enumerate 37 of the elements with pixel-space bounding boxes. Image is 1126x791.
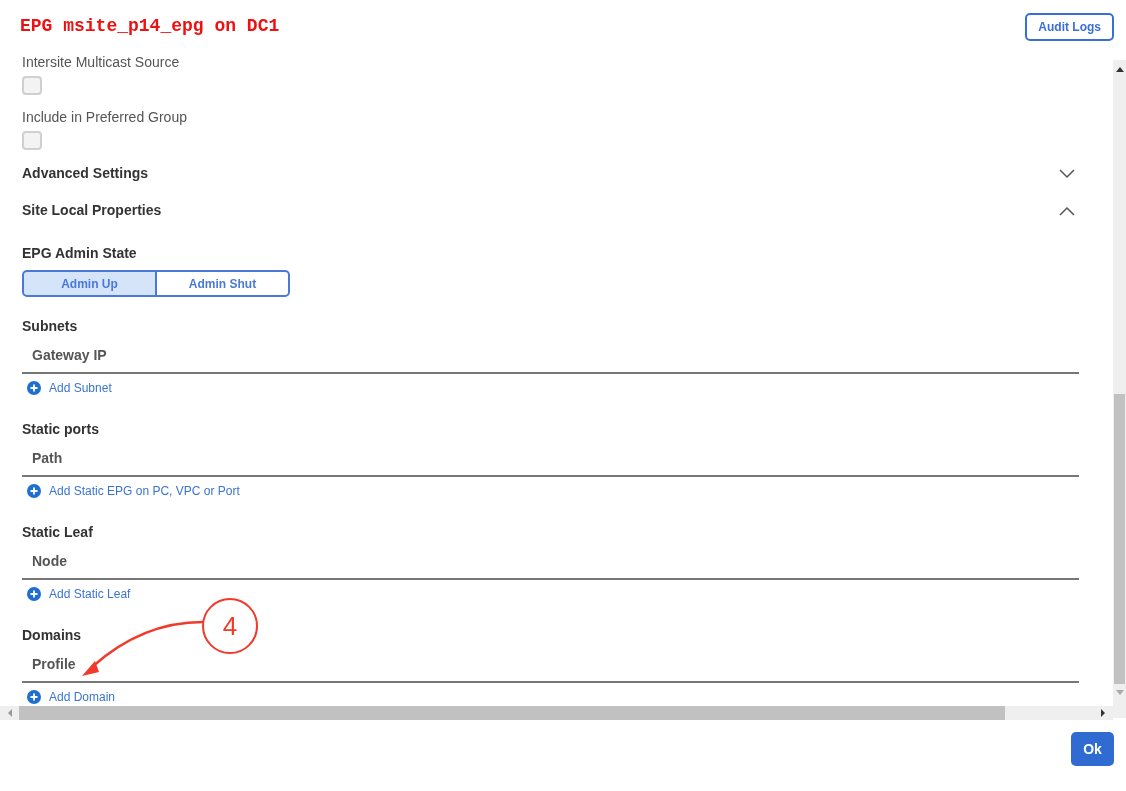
plus-circle-icon xyxy=(27,381,41,395)
audit-logs-button[interactable]: Audit Logs xyxy=(1025,13,1114,41)
dialog-title: EPG msite_p14_epg on DC1 xyxy=(20,14,280,38)
add-link[interactable]: Add Static Leaf xyxy=(49,585,131,603)
plus-circle-icon xyxy=(27,484,41,498)
add-link[interactable]: Add Domain xyxy=(49,688,116,706)
section-header[interactable]: Site Local Properties xyxy=(22,200,162,221)
scroll-right-icon[interactable] xyxy=(1099,709,1107,717)
checkbox[interactable] xyxy=(22,131,42,150)
checkbox-label: Include in Preferred Group xyxy=(22,108,188,127)
checkbox[interactable] xyxy=(22,76,42,95)
scroll-left-icon[interactable] xyxy=(6,709,14,717)
plus-circle-icon xyxy=(27,690,41,704)
column-header: Profile xyxy=(32,655,76,674)
scrollbar-thumb[interactable] xyxy=(1114,394,1125,684)
chevron-down-icon[interactable] xyxy=(1059,168,1075,179)
chevron-up-icon[interactable] xyxy=(1059,205,1075,216)
add-link[interactable]: Add Subnet xyxy=(49,379,112,397)
section-title: Static ports xyxy=(22,420,99,439)
section-title: Subnets xyxy=(22,317,78,336)
add-link[interactable]: Add Static EPG on PC, VPC or Port xyxy=(49,482,240,500)
scroll-down-icon[interactable] xyxy=(1115,690,1124,696)
segment-toggle[interactable]: Admin Up xyxy=(22,270,157,297)
field-label: EPG Admin State xyxy=(22,244,138,263)
annotation-badge: 4 xyxy=(202,598,258,654)
column-header: Path xyxy=(32,449,63,468)
scroll-up-icon[interactable] xyxy=(1115,66,1124,72)
plus-circle-icon xyxy=(27,587,41,601)
ok-button[interactable]: Ok xyxy=(1071,732,1114,766)
section-title: Domains xyxy=(22,626,82,645)
section-header[interactable]: Advanced Settings xyxy=(22,163,149,184)
segment-toggle[interactable]: Admin Shut xyxy=(155,270,290,297)
checkbox-label: Intersite Multicast Source xyxy=(22,53,181,72)
column-header: Node xyxy=(32,552,67,571)
column-header: Gateway IP xyxy=(32,346,107,365)
scrollbar-thumb[interactable] xyxy=(19,706,1005,720)
section-title: Static Leaf xyxy=(22,523,93,542)
